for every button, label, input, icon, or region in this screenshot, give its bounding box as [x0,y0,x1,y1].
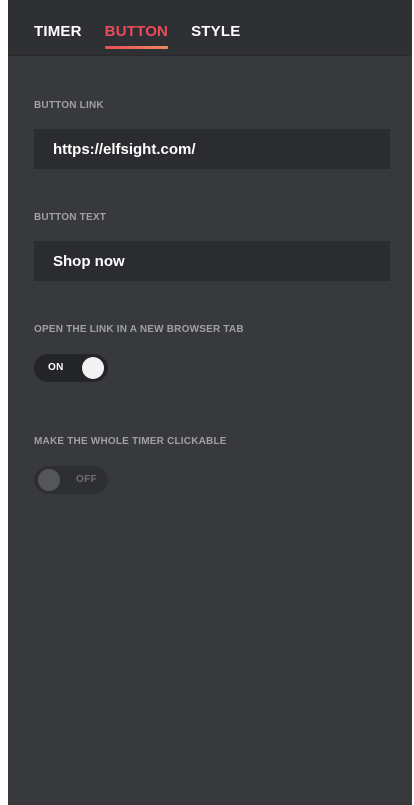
button-link-label: BUTTON LINK [34,100,104,111]
tab-style[interactable]: STYLE [191,23,240,49]
tab-button[interactable]: BUTTON [104,23,169,49]
whole-clickable-label: MAKE THE WHOLE TIMER CLICKABLE [34,436,227,447]
toggle-knob [82,357,104,379]
button-text-label: BUTTON TEXT [34,212,107,223]
whole-clickable-toggle[interactable]: OFF [34,466,108,494]
tab-timer[interactable]: TIMER [34,23,82,49]
toggle-knob [38,469,60,491]
whole-clickable-toggle-state: OFF [76,474,97,485]
new-tab-toggle[interactable]: ON [34,354,108,382]
button-link-input[interactable] [34,129,390,169]
button-text-input[interactable] [34,241,390,281]
settings-panel: TIMER BUTTON STYLE BUTTON LINK BUTTON TE… [8,0,412,805]
tab-bar: TIMER BUTTON STYLE [8,0,412,56]
new-tab-toggle-state: ON [48,362,64,373]
new-tab-label: OPEN THE LINK IN A NEW BROWSER TAB [34,324,244,335]
